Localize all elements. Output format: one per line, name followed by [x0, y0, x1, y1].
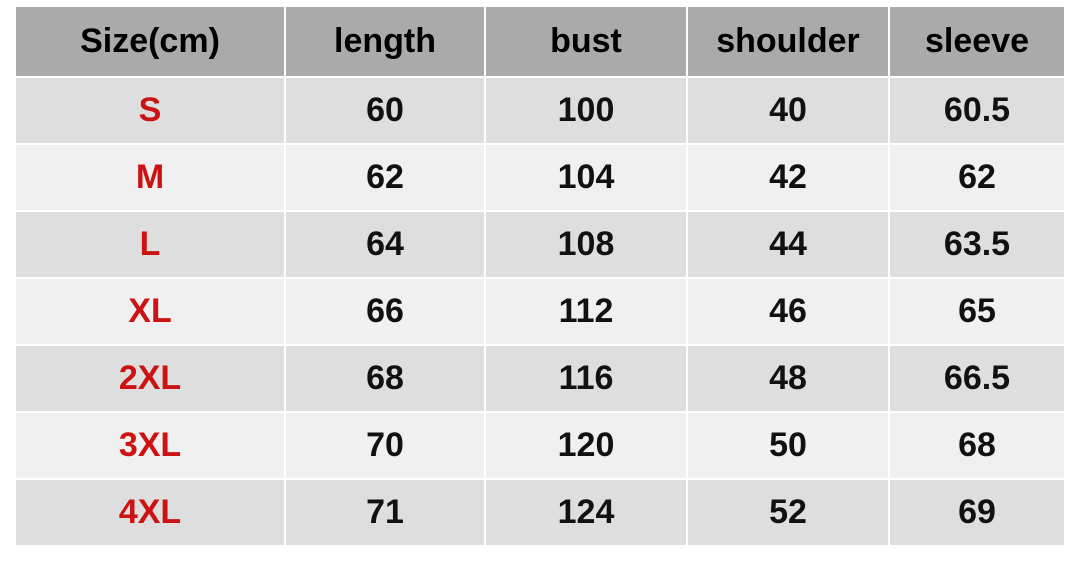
cell-bust: 112	[486, 279, 686, 344]
column-header-length: length	[286, 7, 484, 76]
column-header-size: Size(cm)	[16, 7, 284, 76]
cell-size: 4XL	[16, 480, 284, 545]
cell-size: M	[16, 145, 284, 210]
cell-size: 3XL	[16, 413, 284, 478]
cell-size: S	[16, 78, 284, 143]
cell-length: 68	[286, 346, 484, 411]
cell-sleeve: 62	[890, 145, 1064, 210]
cell-bust: 120	[486, 413, 686, 478]
table-row: 2XL 68 116 48 66.5	[16, 346, 1064, 411]
cell-length: 66	[286, 279, 484, 344]
table-body: S 60 100 40 60.5 M 62 104 42 62 L 64 108…	[16, 78, 1064, 545]
cell-shoulder: 48	[688, 346, 888, 411]
cell-sleeve: 66.5	[890, 346, 1064, 411]
cell-size: XL	[16, 279, 284, 344]
cell-shoulder: 52	[688, 480, 888, 545]
cell-size: 2XL	[16, 346, 284, 411]
cell-sleeve: 68	[890, 413, 1064, 478]
table-row: XL 66 112 46 65	[16, 279, 1064, 344]
cell-bust: 104	[486, 145, 686, 210]
cell-sleeve: 63.5	[890, 212, 1064, 277]
cell-sleeve: 65	[890, 279, 1064, 344]
cell-shoulder: 42	[688, 145, 888, 210]
cell-shoulder: 44	[688, 212, 888, 277]
cell-bust: 116	[486, 346, 686, 411]
cell-length: 60	[286, 78, 484, 143]
column-header-shoulder: shoulder	[688, 7, 888, 76]
cell-bust: 100	[486, 78, 686, 143]
table-row: 4XL 71 124 52 69	[16, 480, 1064, 545]
cell-sleeve: 60.5	[890, 78, 1064, 143]
cell-shoulder: 40	[688, 78, 888, 143]
cell-bust: 108	[486, 212, 686, 277]
cell-length: 62	[286, 145, 484, 210]
table-header: Size(cm) length bust shoulder sleeve	[16, 7, 1064, 76]
cell-sleeve: 69	[890, 480, 1064, 545]
table-row: L 64 108 44 63.5	[16, 212, 1064, 277]
cell-length: 71	[286, 480, 484, 545]
table-header-row: Size(cm) length bust shoulder sleeve	[16, 7, 1064, 76]
cell-length: 70	[286, 413, 484, 478]
cell-length: 64	[286, 212, 484, 277]
size-chart-table: Size(cm) length bust shoulder sleeve S 6…	[14, 5, 1066, 547]
column-header-bust: bust	[486, 7, 686, 76]
cell-shoulder: 50	[688, 413, 888, 478]
size-chart-container: Size(cm) length bust shoulder sleeve S 6…	[0, 0, 1076, 566]
table-row: S 60 100 40 60.5	[16, 78, 1064, 143]
cell-shoulder: 46	[688, 279, 888, 344]
cell-size: L	[16, 212, 284, 277]
column-header-sleeve: sleeve	[890, 7, 1064, 76]
table-row: M 62 104 42 62	[16, 145, 1064, 210]
cell-bust: 124	[486, 480, 686, 545]
table-row: 3XL 70 120 50 68	[16, 413, 1064, 478]
